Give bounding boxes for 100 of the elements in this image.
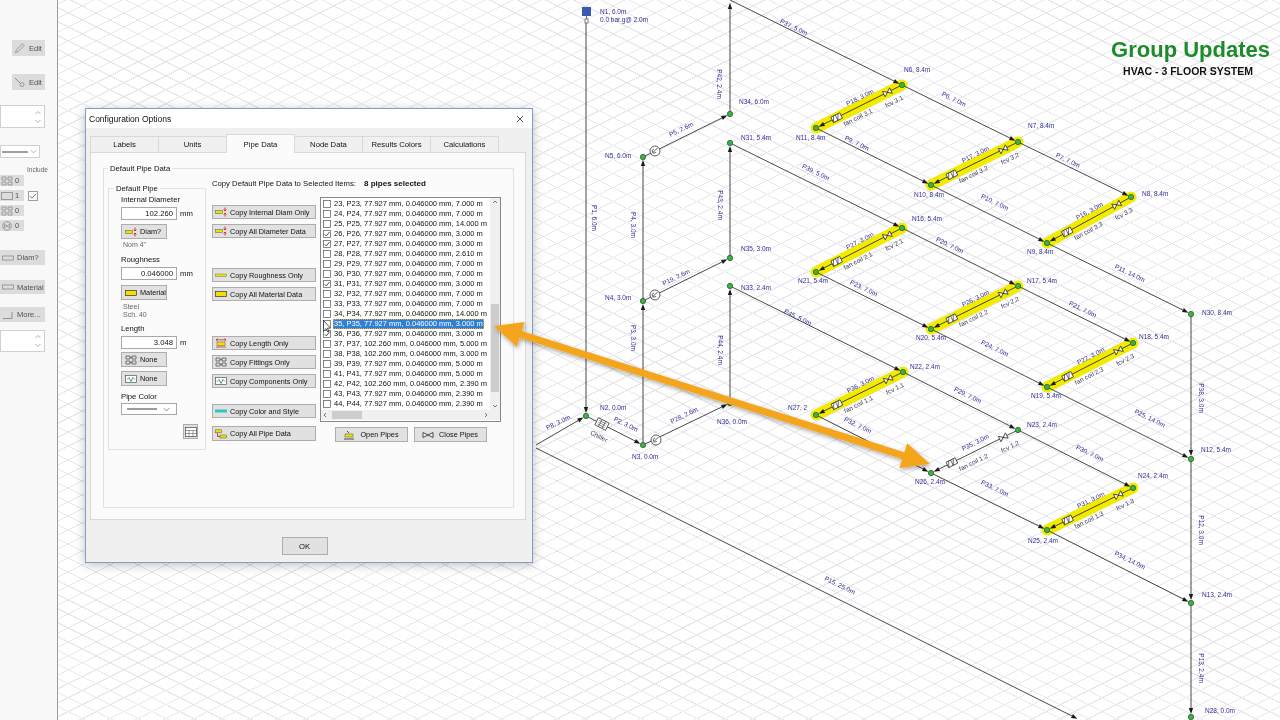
node-dot bbox=[1127, 193, 1135, 201]
bar-arrows-icon bbox=[215, 207, 227, 217]
fitting-icon bbox=[215, 357, 227, 367]
bar-icon bbox=[215, 289, 227, 299]
checkbox[interactable] bbox=[323, 280, 331, 288]
node-dot bbox=[1187, 455, 1195, 463]
bar-icon bbox=[2, 252, 14, 263]
pipe-arrows-icon bbox=[215, 428, 227, 439]
node-dot bbox=[1129, 339, 1137, 347]
node-dot bbox=[1043, 239, 1051, 247]
text-field[interactable] bbox=[0, 330, 45, 352]
caret-up-icon[interactable] bbox=[491, 198, 499, 206]
line-sample-icon bbox=[2, 149, 28, 154]
valve-icon bbox=[997, 288, 1009, 299]
checkbox[interactable] bbox=[323, 390, 331, 398]
fan-coil-icon bbox=[945, 457, 959, 468]
valve-icon bbox=[997, 432, 1009, 443]
bar-arrows-icon bbox=[215, 338, 227, 348]
bar-icon bbox=[2, 282, 14, 292]
checkbox[interactable] bbox=[323, 380, 331, 388]
checkbox[interactable] bbox=[323, 220, 331, 228]
node-dot bbox=[1043, 383, 1051, 391]
fan-coil-icon bbox=[830, 112, 843, 123]
bar-icon bbox=[125, 287, 137, 298]
caret-left-icon[interactable] bbox=[321, 411, 329, 419]
node-dot bbox=[726, 110, 734, 118]
pump-icon bbox=[649, 145, 661, 157]
checkbox[interactable] bbox=[323, 250, 331, 258]
selection-count: 8 pipes selected bbox=[364, 179, 426, 188]
checkbox[interactable] bbox=[323, 350, 331, 358]
valve-icon bbox=[882, 374, 894, 385]
checkbox[interactable] bbox=[28, 191, 38, 201]
checkbox[interactable] bbox=[323, 400, 331, 408]
valve-icon bbox=[882, 230, 893, 241]
node-dot bbox=[1129, 484, 1137, 492]
cursor-icon bbox=[323, 320, 331, 333]
checkbox[interactable] bbox=[323, 360, 331, 368]
close-icon[interactable] bbox=[516, 114, 524, 123]
valve-icon bbox=[1113, 490, 1124, 500]
caret-right-icon[interactable] bbox=[482, 411, 490, 419]
node-dot bbox=[812, 268, 820, 276]
valve-icon bbox=[1113, 345, 1124, 356]
scrollbar-track[interactable] bbox=[321, 410, 500, 420]
node-dot bbox=[1043, 526, 1051, 534]
valve-icon bbox=[1111, 199, 1122, 210]
checkbox[interactable] bbox=[323, 240, 331, 248]
checkbox[interactable] bbox=[323, 300, 331, 308]
bowtie-icon bbox=[422, 429, 435, 440]
checkbox[interactable] bbox=[323, 200, 331, 208]
node-dot bbox=[898, 81, 906, 89]
valve-icon bbox=[997, 144, 1009, 155]
pump-icon bbox=[650, 434, 662, 446]
node-dot bbox=[1187, 310, 1195, 318]
flag-icon bbox=[582, 7, 591, 24]
dialog-title: Configuration Options bbox=[89, 113, 172, 124]
line-sample-icon bbox=[125, 407, 159, 411]
node-dot bbox=[898, 224, 906, 232]
caret-down-icon[interactable] bbox=[491, 402, 499, 410]
checkbox[interactable] bbox=[323, 230, 331, 238]
checkbox[interactable] bbox=[323, 370, 331, 378]
fan-coil-icon bbox=[1061, 371, 1074, 382]
pencil-icon bbox=[14, 43, 26, 53]
node-dot bbox=[639, 153, 647, 161]
checkbox[interactable] bbox=[323, 290, 331, 298]
bar-arrows-icon bbox=[215, 226, 227, 236]
node-dot bbox=[812, 124, 820, 132]
node-dot bbox=[812, 411, 820, 419]
caret-down-icon bbox=[30, 149, 37, 154]
fan-coil-icon bbox=[830, 256, 843, 267]
fan-coil-icon bbox=[1061, 514, 1074, 526]
scrollbar-thumb[interactable] bbox=[332, 411, 362, 419]
diagram-title: Group Updates bbox=[1111, 37, 1270, 62]
node-dot bbox=[927, 181, 935, 189]
fan-coil-icon bbox=[945, 313, 959, 324]
fitting-icon bbox=[1, 175, 13, 186]
line-style-dropdown[interactable] bbox=[0, 145, 40, 158]
chiller-icon bbox=[594, 417, 610, 431]
rectangle-icon bbox=[1, 190, 13, 201]
checkbox[interactable] bbox=[323, 260, 331, 268]
wave-box-icon bbox=[125, 373, 137, 384]
node-dot bbox=[639, 297, 647, 305]
node-dot bbox=[927, 469, 935, 477]
grid-icon bbox=[184, 426, 197, 437]
bracket-icon bbox=[2, 309, 14, 320]
fitting-icon bbox=[1, 205, 13, 216]
grid-button[interactable] bbox=[183, 424, 198, 439]
node-dot bbox=[726, 254, 734, 262]
checkbox[interactable] bbox=[323, 270, 331, 278]
checkbox[interactable] bbox=[323, 340, 331, 348]
node-dot bbox=[1014, 426, 1022, 434]
thin-bar-icon bbox=[215, 270, 227, 280]
pipe-color-dropdown[interactable] bbox=[121, 403, 177, 415]
bar-arrows-icon bbox=[125, 226, 137, 237]
checkbox[interactable] bbox=[323, 210, 331, 218]
wave-box-icon bbox=[215, 376, 227, 386]
text-field[interactable] bbox=[0, 105, 45, 128]
scrollbar-track[interactable] bbox=[490, 198, 500, 410]
pencil-ring-icon bbox=[14, 77, 26, 87]
checkbox[interactable] bbox=[323, 310, 331, 318]
scrollbar-thumb[interactable] bbox=[491, 304, 499, 392]
